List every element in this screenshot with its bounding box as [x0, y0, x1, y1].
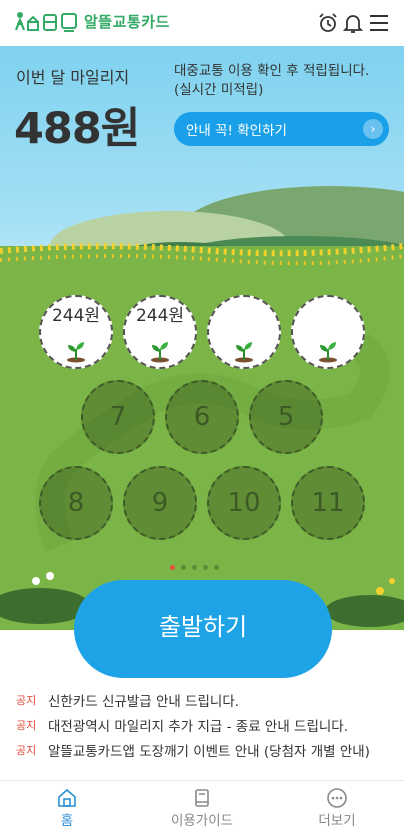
- stamp-3[interactable]: [207, 295, 281, 369]
- stamp-8[interactable]: 8: [39, 466, 113, 540]
- page-dot[interactable]: [170, 565, 175, 570]
- notice-tag: 공지: [16, 744, 37, 757]
- stamp-number: 10: [227, 488, 261, 518]
- stamp-10[interactable]: 10: [207, 466, 281, 540]
- info-check-button-label: 안내 꼭! 확인하기: [186, 123, 287, 139]
- stamp-number: 7: [109, 402, 127, 432]
- page-indicator: [170, 565, 219, 570]
- stamp-number: 5: [277, 402, 295, 432]
- sprout-icon: [151, 342, 169, 363]
- app-header: 알뜰교통카드: [0, 0, 404, 46]
- logo-text: 알뜰교통카드: [84, 12, 170, 31]
- notice-text: 신한카드 신규발급 안내 드립니다.: [48, 694, 240, 710]
- bell-icon[interactable]: [341, 11, 365, 35]
- stamp-4[interactable]: [291, 295, 365, 369]
- bottom-nav: 홈 이용가이드 더보기: [0, 780, 404, 832]
- mileage-value: 488원: [14, 104, 140, 154]
- nav-label: 더보기: [318, 813, 356, 829]
- alarm-clock-icon[interactable]: [316, 11, 340, 35]
- page-dot[interactable]: [203, 565, 208, 570]
- stamp-2[interactable]: 244원: [123, 295, 197, 369]
- nav-more[interactable]: 더보기: [270, 781, 404, 832]
- info-check-button[interactable]: 안내 꼭! 확인하기 ›: [174, 112, 389, 146]
- nav-guide[interactable]: 이용가이드: [135, 781, 269, 832]
- accrual-notice: 대중교통 이용 확인 후 적립됩니다. (실시간 미적립): [174, 62, 399, 100]
- stamp-amount: 244원: [51, 306, 101, 326]
- notice-item[interactable]: 공지 알뜰교통카드앱 도장깨기 이벤트 안내 (당첨자 개별 안내): [16, 740, 370, 760]
- accrual-notice-line1: 대중교통 이용 확인 후 적립됩니다.: [174, 63, 370, 79]
- notice-text: 대전광역시 마일리지 추가 지급 - 종료 안내 드립니다.: [48, 719, 349, 735]
- mileage-label: 이번 달 마일리지: [16, 68, 130, 87]
- notice-text: 알뜰교통카드앱 도장깨기 이벤트 안내 (당첨자 개별 안내): [48, 744, 370, 760]
- stamp-6[interactable]: 6: [165, 380, 239, 454]
- start-trip-button[interactable]: 출발하기: [74, 580, 332, 678]
- notice-item[interactable]: 공지 대전광역시 마일리지 추가 지급 - 종료 안내 드립니다.: [16, 715, 348, 735]
- logo-mark-icon: [14, 12, 77, 32]
- guide-book-icon: [195, 789, 209, 807]
- sprout-icon: [235, 342, 253, 363]
- nav-label: 이용가이드: [170, 813, 234, 829]
- page-dot[interactable]: [192, 565, 197, 570]
- stamp-number: 8: [67, 488, 85, 518]
- chevron-right-icon: ›: [363, 119, 383, 139]
- sprout-icon: [319, 342, 337, 363]
- stamp-9[interactable]: 9: [123, 466, 197, 540]
- page-dot[interactable]: [181, 565, 186, 570]
- sprout-icon: [67, 342, 85, 363]
- home-icon: [58, 788, 76, 807]
- stamp-amount: 244원: [135, 306, 185, 326]
- notice-item[interactable]: 공지 신한카드 신규발급 안내 드립니다.: [16, 690, 239, 710]
- stamp-number: 11: [311, 488, 345, 518]
- nav-home[interactable]: 홈: [0, 781, 134, 832]
- more-dots-icon: [327, 788, 347, 808]
- stamp-1[interactable]: 244원: [39, 295, 113, 369]
- stamp-number: 6: [193, 402, 211, 432]
- stamp-5[interactable]: 5: [249, 380, 323, 454]
- stamp-7[interactable]: 7: [81, 380, 155, 454]
- mileage-hero: 이번 달 마일리지 488원 대중교통 이용 확인 후 적립됩니다. (실시간 …: [0, 46, 404, 630]
- stamp-number: 9: [151, 488, 169, 518]
- nav-label: 홈: [60, 813, 74, 829]
- stamp-11[interactable]: 11: [291, 466, 365, 540]
- page-dot[interactable]: [214, 565, 219, 570]
- hamburger-menu-icon[interactable]: [367, 11, 391, 35]
- accrual-notice-line2: (실시간 미적립): [174, 82, 264, 98]
- notice-tag: 공지: [16, 719, 37, 732]
- app-logo[interactable]: 알뜰교통카드: [14, 10, 170, 32]
- notice-tag: 공지: [16, 694, 37, 707]
